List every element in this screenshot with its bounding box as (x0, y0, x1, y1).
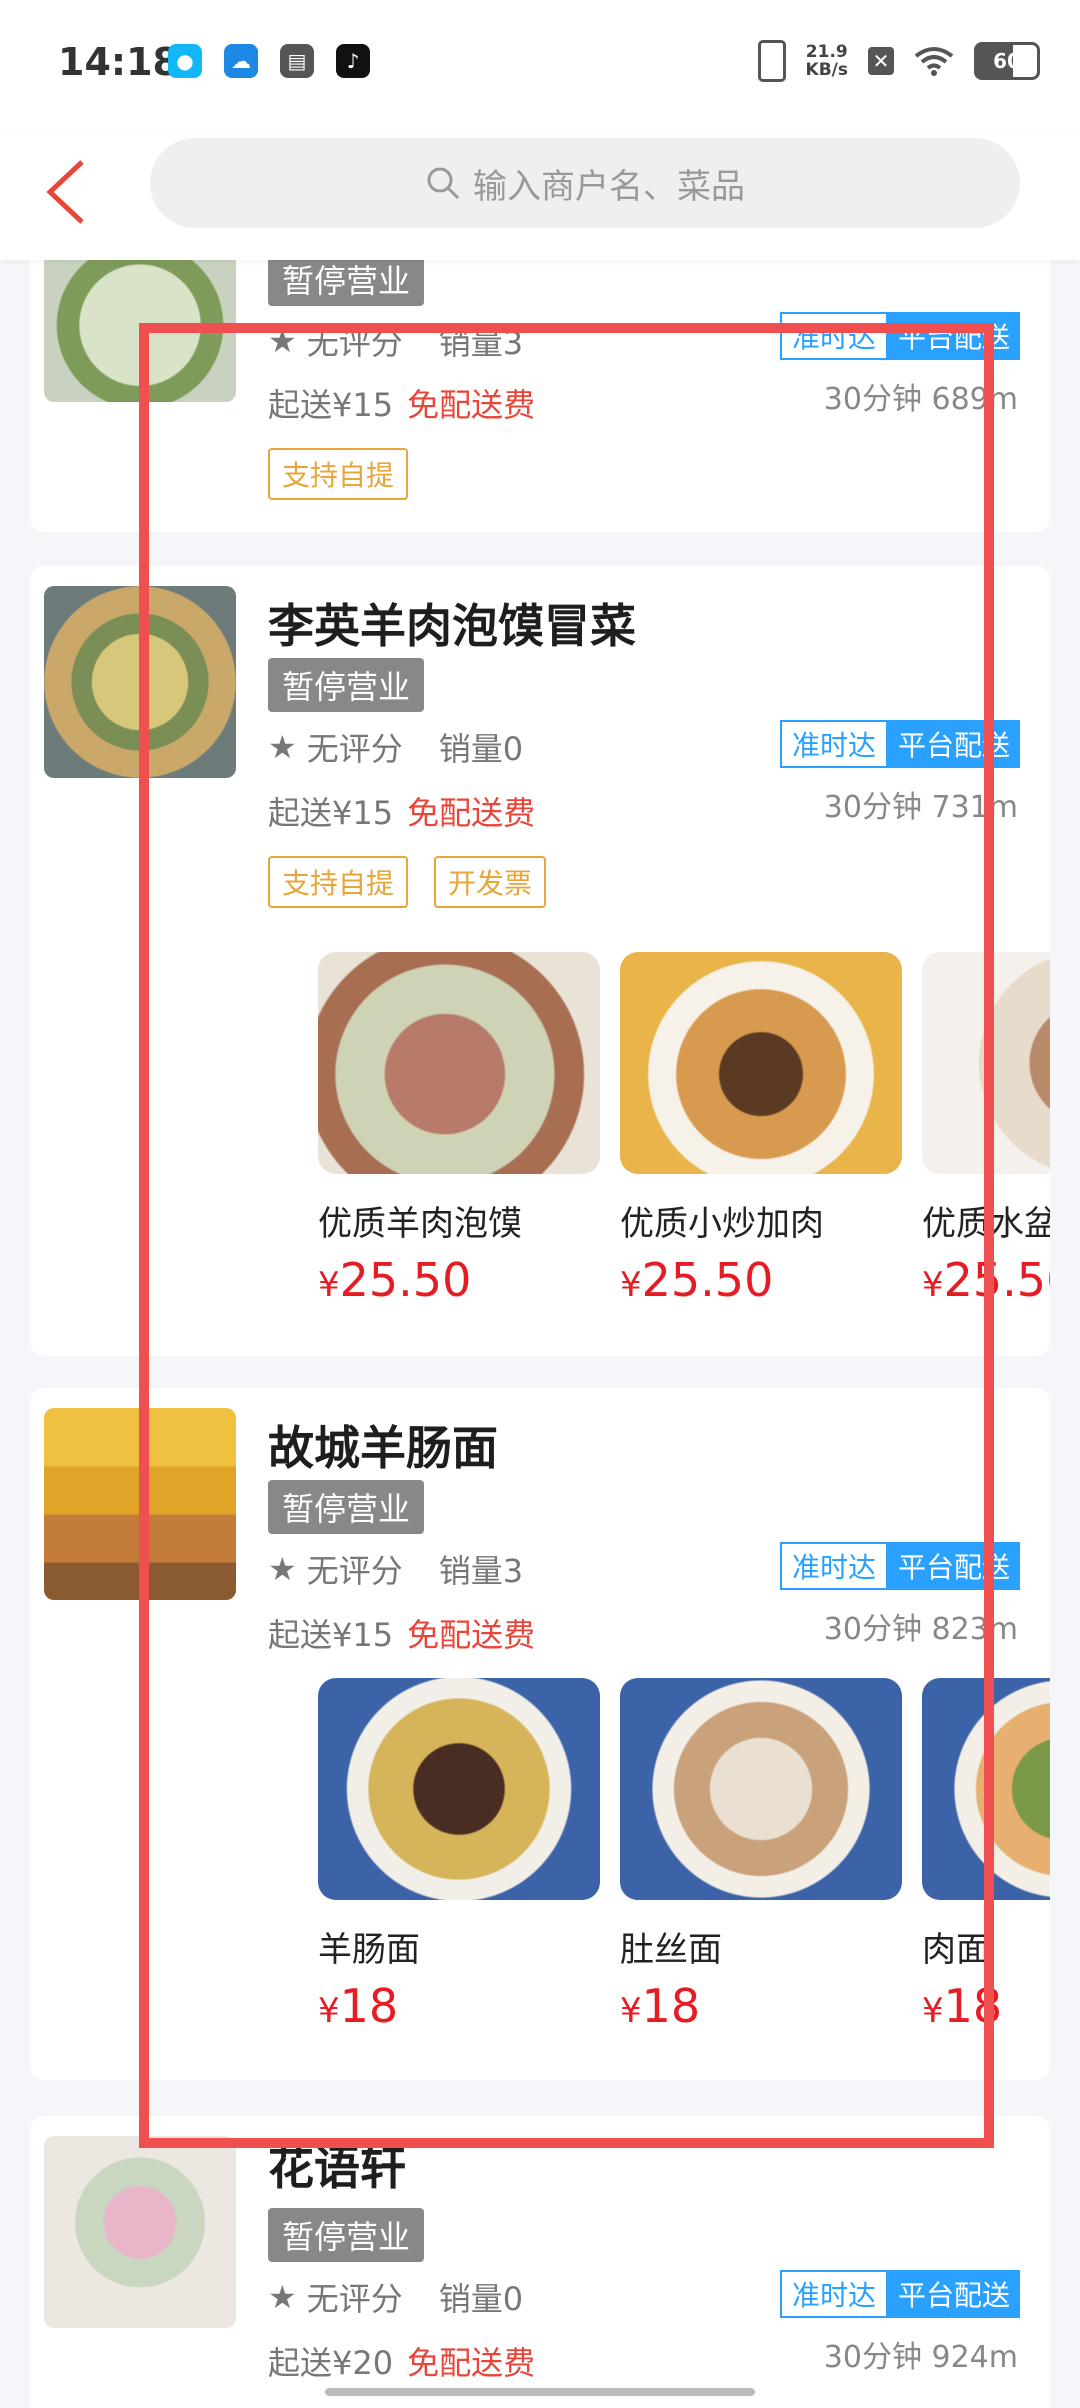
qq-icon: ● (168, 44, 202, 78)
time-distance: 30分钟 924m (823, 2340, 1018, 2375)
dish-image (922, 1678, 1050, 1900)
rating-row: ★ 无评分 销量3 (268, 1550, 524, 1590)
min-order: 起送¥15 免配送费 (268, 794, 536, 832)
time-distance: 30分钟 731m (823, 790, 1018, 825)
status-badge: 暂停营业 (268, 1480, 425, 1534)
dish-image (318, 952, 600, 1174)
delivery-tags: 准时达 平台配送 (779, 2270, 1020, 2318)
dish-name: 优质羊肉泡馍 (318, 1204, 522, 1244)
min-order: 起送¥15 免配送费 (268, 1616, 536, 1654)
shop-name[interactable]: 故城羊肠面 (268, 1412, 498, 1478)
notification-icons: ● ☁ ▤ ♪ (168, 44, 370, 78)
feature-tags: 支持自提 (268, 448, 409, 500)
dish-name: 肉面 (922, 1930, 990, 1970)
dish-name: 优质小炒加肉 (620, 1204, 824, 1244)
status-right: 21.9 KB/s ✕ 60 (757, 40, 1040, 82)
min-order: 起送¥20 免配送费 (268, 2344, 536, 2382)
net-speed: 21.9 KB/s (805, 42, 848, 80)
dish-name: 肚丝面 (620, 1930, 722, 1970)
search-icon (427, 167, 460, 200)
shop-thumbnail (44, 586, 236, 778)
dish-item[interactable]: 羊肠面 ¥18 (318, 1678, 600, 2033)
feature-tags: 支持自提 开发票 (268, 856, 547, 908)
dish-name: 羊肠面 (318, 1930, 420, 1970)
dish-item[interactable]: 肉面 ¥18 (922, 1678, 1050, 2033)
shop-card[interactable]: 故城羊肠面 暂停营业 ★ 无评分 销量3 准时达 平台配送 起送¥15 免配送费 … (30, 1388, 1050, 2080)
dish-price: ¥25.50 (620, 1253, 774, 1307)
dish-price: ¥25.50 (922, 1253, 1050, 1307)
min-order: 起送¥15 免配送费 (268, 386, 536, 424)
dish-price: ¥18 (620, 1979, 701, 2033)
cloud-icon: ☁ (224, 44, 258, 78)
dish-carousel[interactable]: 羊肠面 ¥18 肚丝面 ¥18 肉面 ¥18 (318, 1678, 1050, 2058)
vibrate-icon (757, 40, 786, 82)
dish-price: ¥18 (318, 1979, 399, 2033)
delivery-tags: 准时达 平台配送 (779, 312, 1020, 360)
star-icon: ★ (268, 322, 297, 360)
shop-name[interactable]: 花语轩 (268, 2132, 406, 2198)
dish-image (620, 1678, 902, 1900)
delivery-tags: 准时达 平台配送 (779, 1542, 1020, 1590)
dish-image (620, 952, 902, 1174)
dish-image (922, 952, 1050, 1174)
delivery-tags: 准时达 平台配送 (779, 720, 1020, 768)
dish-carousel[interactable]: 优质羊肉泡馍 ¥25.50 优质小炒加肉 ¥25.50 优质水盆 ¥25.50 (318, 952, 1050, 1332)
star-icon: ★ (268, 2278, 297, 2316)
status-badge: 暂停营业 (268, 260, 425, 306)
back-arrow-icon[interactable] (40, 152, 100, 232)
rating-row: ★ 无评分 销量3 (268, 322, 524, 362)
header: 输入商户名、菜品 (0, 130, 1080, 260)
inbox-icon: ▤ (280, 44, 314, 78)
battery-icon: 60 (974, 42, 1040, 80)
status-badge: 暂停营业 (268, 2208, 425, 2262)
dish-image (318, 1678, 600, 1900)
rating-row: ★ 无评分 销量0 (268, 2278, 524, 2318)
wifi-icon (914, 47, 954, 76)
status-time: 14:18 (58, 40, 179, 84)
dish-item[interactable]: 肚丝面 ¥18 (620, 1678, 902, 2033)
search-placeholder: 输入商户名、菜品 (473, 166, 745, 207)
dish-price: ¥25.50 (318, 1253, 472, 1307)
dish-name: 优质水盆 (922, 1204, 1050, 1244)
time-distance: 30分钟 689m (823, 382, 1018, 417)
rating-row: ★ 无评分 销量0 (268, 728, 524, 768)
dish-item[interactable]: 优质水盆 ¥25.50 (922, 952, 1050, 1307)
tiktok-icon: ♪ (336, 44, 370, 78)
dish-item[interactable]: 优质羊肉泡馍 ¥25.50 (318, 952, 600, 1307)
shop-card[interactable]: 花语轩 暂停营业 ★ 无评分 销量0 准时达 平台配送 起送¥20 免配送费 30… (30, 2116, 1050, 2408)
star-icon: ★ (268, 1550, 297, 1588)
shop-thumbnail (44, 260, 236, 402)
time-distance: 30分钟 823m (823, 1612, 1018, 1647)
star-icon: ★ (268, 728, 297, 766)
dish-item[interactable]: 优质小炒加肉 ¥25.50 (620, 952, 902, 1307)
dish-price: ¥18 (922, 1979, 1003, 2033)
shop-name[interactable]: 李英羊肉泡馍冒菜 (268, 590, 636, 656)
sim-off-icon: ✕ (868, 47, 894, 75)
shop-thumbnail (44, 2136, 236, 2328)
home-indicator[interactable] (325, 2388, 755, 2396)
shop-card[interactable]: 李英羊肉泡馍冒菜 暂停营业 ★ 无评分 销量0 准时达 平台配送 起送¥15 免配… (30, 566, 1050, 1356)
status-bar: 14:18 ● ☁ ▤ ♪ 21.9 KB/s ✕ 60 (0, 0, 1080, 130)
shop-card[interactable]: 暂停营业 ★ 无评分 销量3 准时达 平台配送 起送¥15 免配送费 30分钟 6… (30, 260, 1050, 532)
status-badge: 暂停营业 (268, 658, 425, 712)
search-bar[interactable]: 输入商户名、菜品 (150, 138, 1020, 228)
shop-thumbnail (44, 1408, 236, 1600)
shop-list[interactable]: 暂停营业 ★ 无评分 销量3 准时达 平台配送 起送¥15 免配送费 30分钟 6… (0, 260, 1080, 2408)
